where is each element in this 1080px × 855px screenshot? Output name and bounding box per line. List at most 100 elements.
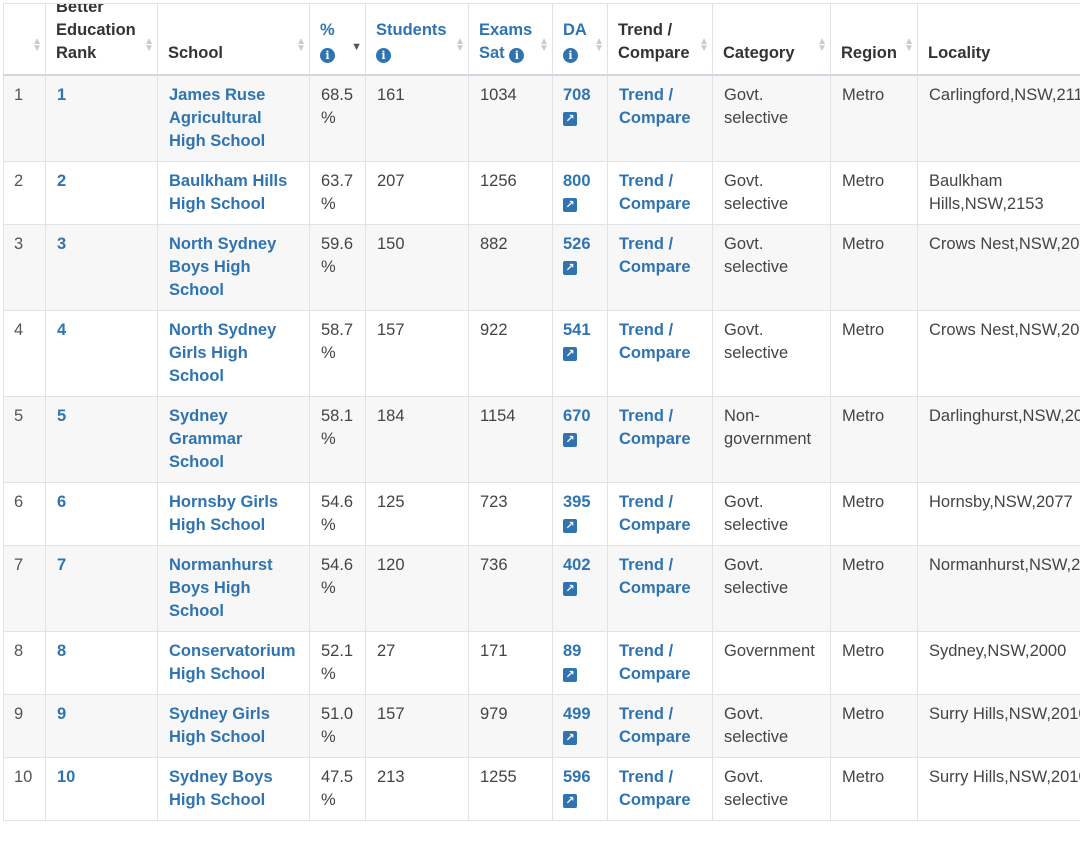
sort-icon[interactable]: ▲ ▼ [817,37,827,54]
trend-compare-link[interactable]: Trend / Compare [607,757,713,821]
col-header-students-label: Students i [376,19,452,65]
percent-cell: 54.6 % [309,545,366,632]
rank-link[interactable]: 4 [45,310,158,397]
trend-compare-link[interactable]: Trend / Compare [607,74,713,162]
col-header-students[interactable]: Students i ▲ ▼ [365,3,469,76]
info-icon[interactable]: i [509,48,525,63]
sort-icon[interactable]: ▲ ▼ [699,37,709,54]
school-link[interactable]: Sydney Girls High School [157,694,310,758]
exams-cell: 736 [468,545,553,632]
sort-icon[interactable]: ▲ ▼ [594,37,604,54]
exams-cell: 1034 [468,74,553,162]
rank-link[interactable]: 3 [45,224,158,311]
da-link[interactable]: 800 [563,172,591,190]
da-cell: 89 ↗ [552,631,608,695]
rank-link[interactable]: 9 [45,694,158,758]
percent-cell: 63.7 % [309,161,366,225]
school-link[interactable]: Baulkham Hills High School [157,161,310,225]
trend-compare-link[interactable]: Trend / Compare [607,545,713,632]
rank-link[interactable]: 8 [45,631,158,695]
info-icon[interactable]: i [320,48,335,63]
school-link[interactable]: Hornsby Girls High School [157,482,310,546]
rank-link[interactable]: 1 [45,74,158,162]
trend-compare-link[interactable]: Trend / Compare [607,631,713,695]
da-link[interactable]: 541 [563,321,591,339]
external-link-icon[interactable]: ↗ [563,519,577,533]
col-header-trend[interactable]: Trend / Compare ▲ ▼ [607,3,713,76]
external-link-icon[interactable]: ↗ [563,794,577,808]
category-cell: Govt. selective [712,161,831,225]
da-link[interactable]: 402 [563,556,591,574]
exams-cell: 723 [468,482,553,546]
external-link-icon[interactable]: ↗ [563,582,577,596]
external-link-icon[interactable]: ↗ [563,433,577,447]
da-link[interactable]: 708 [563,86,591,104]
col-header-school-label: School [168,44,224,62]
rank-link[interactable]: 2 [45,161,158,225]
col-header-students-text: Students [376,21,447,39]
trend-compare-link[interactable]: Trend / Compare [607,310,713,397]
school-ranking-table: ▲ ▼ Better Education Rank ▲ ▼ School ▲ ▼ % … [3,3,1080,821]
rank-link[interactable]: 7 [45,545,158,632]
col-header-rank[interactable]: Better Education Rank ▲ ▼ [45,3,158,76]
students-cell: 125 [365,482,469,546]
col-header-category[interactable]: Category ▲ ▼ [712,3,831,76]
school-link[interactable]: Normanhurst Boys High School [157,545,310,632]
col-header-exams[interactable]: Exams Sat i ▲ ▼ [468,3,553,76]
row-index: 8 [3,631,46,695]
external-link-icon[interactable]: ↗ [563,261,577,275]
external-link-icon[interactable]: ↗ [563,198,577,212]
col-header-locality[interactable]: Locality [917,3,1080,76]
trend-compare-link[interactable]: Trend / Compare [607,224,713,311]
col-header-school[interactable]: School ▲ ▼ [157,3,310,76]
col-header-da[interactable]: DA i ▲ ▼ [552,3,608,76]
da-cell: 402 ↗ [552,545,608,632]
school-link[interactable]: North Sydney Boys High School [157,224,310,311]
col-header-rank-label: Better Education Rank [56,3,136,62]
sort-icon[interactable]: ▲ ▼ [539,37,549,54]
col-header-region[interactable]: Region ▲ ▼ [830,3,918,76]
row-index: 9 [3,694,46,758]
info-icon[interactable]: i [563,48,578,63]
external-link-icon[interactable]: ↗ [563,668,577,682]
da-link[interactable]: 526 [563,235,591,253]
da-link[interactable]: 89 [563,642,581,660]
rank-link[interactable]: 6 [45,482,158,546]
school-link[interactable]: Sydney Grammar School [157,396,310,483]
external-link-icon[interactable]: ↗ [563,347,577,361]
locality-cell: Carlingford,NSW,2118 [917,74,1080,162]
da-link[interactable]: 670 [563,407,591,425]
info-icon[interactable]: i [376,48,391,63]
rank-link[interactable]: 10 [45,757,158,821]
external-link-icon[interactable]: ↗ [563,731,577,745]
region-cell: Metro [830,74,918,162]
category-cell: Govt. selective [712,224,831,311]
da-link[interactable]: 596 [563,768,591,786]
trend-compare-link[interactable]: Trend / Compare [607,482,713,546]
trend-compare-link[interactable]: Trend / Compare [607,694,713,758]
students-cell: 157 [365,310,469,397]
school-link[interactable]: North Sydney Girls High School [157,310,310,397]
school-link[interactable]: Sydney Boys High School [157,757,310,821]
trend-compare-link[interactable]: Trend / Compare [607,161,713,225]
sort-icon[interactable]: ▲ ▼ [455,37,465,54]
sort-icon[interactable]: ▲ ▼ [296,37,306,54]
trend-compare-link[interactable]: Trend / Compare [607,396,713,483]
school-link[interactable]: James Ruse Agricultural High School [157,74,310,162]
exams-cell: 1154 [468,396,553,483]
region-cell: Metro [830,310,918,397]
rank-link[interactable]: 5 [45,396,158,483]
da-link[interactable]: 499 [563,705,591,723]
sort-icon[interactable]: ▲ ▼ [144,37,154,54]
col-header-index[interactable]: ▲ ▼ [3,3,46,76]
table-row: 5 5 Sydney Grammar School 58.1 % 184 115… [3,396,1080,483]
percent-cell: 52.1 % [309,631,366,695]
school-link[interactable]: Conservatorium High School [157,631,310,695]
locality-cell: Sydney,NSW,2000 [917,631,1080,695]
external-link-icon[interactable]: ↗ [563,112,577,126]
sort-icon[interactable]: ▲ ▼ [32,37,42,54]
da-link[interactable]: 395 [563,493,591,511]
sort-desc-icon[interactable]: ▼ [351,42,362,53]
col-header-percent[interactable]: % i ▼ [309,3,366,76]
sort-icon[interactable]: ▲ ▼ [904,37,914,54]
